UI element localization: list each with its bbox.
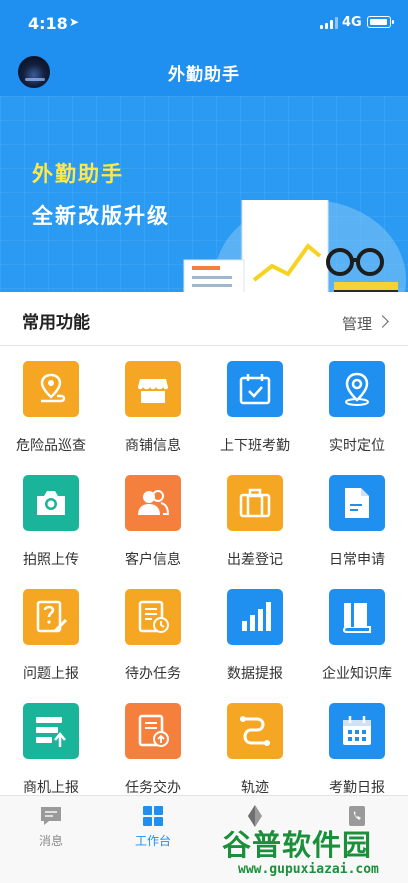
book-icon [329, 589, 385, 645]
page-title: 外勤助手 [168, 65, 240, 85]
manage-button[interactable]: 管理 [342, 313, 372, 334]
common-functions-header: 常用功能 管理 [0, 292, 408, 346]
function-item-business-trip[interactable]: 出差登记 [204, 461, 306, 575]
function-item-task-assign[interactable]: 任务交办 [102, 689, 204, 803]
function-label: 问题上报 [23, 666, 79, 682]
suitcase-icon [227, 475, 283, 531]
function-label: 商铺信息 [125, 438, 181, 454]
calendar-check-icon [227, 361, 283, 417]
function-label: 考勤日报 [329, 780, 385, 796]
signal-icon [320, 17, 338, 29]
battery-icon [367, 16, 394, 28]
watermark-title: 谷普软件园 [222, 828, 373, 862]
function-item-attendance-daily[interactable]: 考勤日报 [306, 689, 408, 803]
tab-messages[interactable]: 消息 [0, 804, 102, 854]
question-edit-icon [23, 589, 79, 645]
function-item-track[interactable]: 轨迹 [204, 689, 306, 803]
network-type: 4G [342, 15, 362, 30]
function-label: 上下班考勤 [220, 438, 290, 454]
document-icon [329, 475, 385, 531]
shop-icon [125, 361, 181, 417]
bar-chart-icon [227, 589, 283, 645]
camera-icon [23, 475, 79, 531]
function-item-opportunity-report[interactable]: 商机上报 [0, 689, 102, 803]
app-header: 4:18 ➤ 4G 外勤助手 [0, 0, 408, 96]
status-time: 4:18 [28, 14, 68, 33]
section-title: 常用功能 [22, 313, 90, 333]
function-label: 企业知识库 [322, 666, 392, 682]
contacts-icon [125, 475, 181, 531]
location-route-icon [23, 361, 79, 417]
task-clock-icon [125, 589, 181, 645]
function-item-daily-request[interactable]: 日常申请 [306, 461, 408, 575]
task-upload-icon [125, 703, 181, 759]
function-label: 数据提报 [227, 666, 283, 682]
function-item-knowledge-base[interactable]: 企业知识库 [306, 575, 408, 689]
function-label: 任务交办 [125, 780, 181, 796]
function-item-issue-report[interactable]: 问题上报 [0, 575, 102, 689]
tab-workbench[interactable]: 工作台 [102, 804, 204, 854]
function-label: 实时定位 [329, 438, 385, 454]
function-label: 商机上报 [23, 780, 79, 796]
function-label: 出差登记 [227, 552, 283, 568]
location-arrow-icon: ➤ [69, 15, 80, 29]
banner-title: 外勤助手 [32, 162, 124, 186]
banner-illustration [183, 200, 406, 292]
function-label: 拍照上传 [23, 552, 79, 568]
status-bar: 4:18 ➤ 4G [0, 0, 408, 48]
grid-icon [143, 806, 163, 826]
function-label: 客户信息 [125, 552, 181, 568]
promo-banner[interactable]: 外勤助手 全新改版升级 [0, 96, 408, 292]
function-label: 危险品巡查 [16, 438, 86, 454]
banner-subtitle: 全新改版升级 [32, 204, 170, 228]
function-item-hazard-inspection[interactable]: 危险品巡查 [0, 347, 102, 461]
function-item-photo-upload[interactable]: 拍照上传 [0, 461, 102, 575]
function-item-customer-info[interactable]: 客户信息 [102, 461, 204, 575]
watermark-url: www.gupuxiazai.com [238, 862, 379, 877]
function-label: 待办任务 [125, 666, 181, 682]
function-grid: 危险品巡查 商铺信息 上下班考勤 实时定位 拍照上传 客户信息 出差登记 日常申… [0, 347, 408, 796]
calendar-grid-icon [329, 703, 385, 759]
track-icon [227, 703, 283, 759]
function-item-realtime-location[interactable]: 实时定位 [306, 347, 408, 461]
function-label: 日常申请 [329, 552, 385, 568]
function-item-pending-tasks[interactable]: 待办任务 [102, 575, 204, 689]
location-pin-icon [329, 361, 385, 417]
list-upload-icon [23, 703, 79, 759]
tab-label: 工作台 [134, 834, 171, 848]
function-item-shop-info[interactable]: 商铺信息 [102, 347, 204, 461]
function-label: 轨迹 [241, 780, 269, 796]
tab-label: 消息 [38, 834, 63, 848]
app-screen: 4:18 ➤ 4G 外勤助手 外勤助手 全新改版升级 常用功能 管理 危险品巡查… [0, 0, 408, 883]
chevron-right-icon[interactable] [376, 315, 389, 328]
function-item-attendance[interactable]: 上下班考勤 [204, 347, 306, 461]
function-item-data-report[interactable]: 数据提报 [204, 575, 306, 689]
message-icon [41, 807, 61, 825]
watermark: 谷普软件园 www.gupuxiazai.com [222, 822, 404, 880]
